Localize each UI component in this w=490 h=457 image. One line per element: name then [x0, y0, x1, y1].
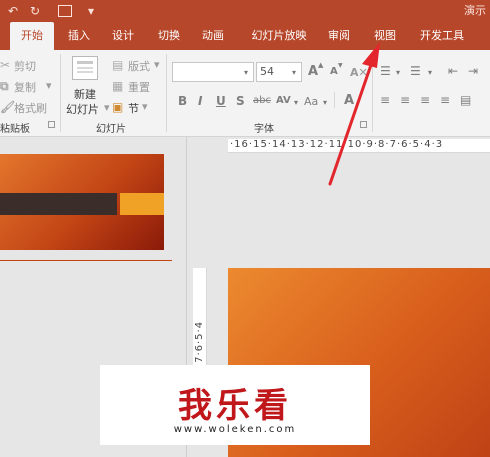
justify-icon[interactable]: ≡	[440, 93, 450, 107]
font-dialog-launcher-icon[interactable]	[360, 121, 367, 128]
font-separator	[334, 92, 335, 108]
redo-icon[interactable]: ↻	[30, 2, 40, 20]
format-painter-button[interactable]: 格式刷	[14, 100, 47, 116]
reset-icon: ▦	[112, 79, 124, 93]
tab-developer[interactable]: 开发工具	[414, 22, 470, 50]
shadow-button[interactable]: S	[236, 94, 245, 108]
watermark-url: www.woleken.com	[173, 424, 297, 435]
grow-font-button[interactable]: A	[308, 64, 318, 79]
tab-design[interactable]: 设计	[106, 22, 140, 50]
title-bar	[0, 0, 490, 22]
distribute-icon[interactable]: ▤	[460, 93, 471, 107]
group-separator	[166, 54, 167, 132]
font-color-button[interactable]: A	[344, 93, 354, 108]
tab-insert[interactable]: 插入	[62, 22, 96, 50]
new-slide-dropdown-icon[interactable]: ▾	[104, 101, 110, 114]
tab-view[interactable]: 视图	[368, 22, 402, 50]
clear-formatting-icon[interactable]: A✕	[350, 66, 368, 79]
group-separator	[372, 54, 373, 132]
clipboard-group-label: 粘贴板	[0, 124, 30, 135]
copy-icon: ⧉	[0, 79, 9, 93]
grow-font-arrow-icon: ▲	[318, 61, 324, 69]
cut-icon: ✂	[0, 58, 11, 72]
bullets-icon[interactable]: ☰	[380, 64, 391, 78]
change-case-button[interactable]: Aa	[304, 95, 318, 108]
layout-icon: ▤	[112, 58, 124, 72]
tab-transitions[interactable]: 切换	[152, 22, 186, 50]
slides-group-label: 幻灯片	[96, 124, 126, 135]
thumbnail-title-bar	[0, 193, 117, 215]
watermark-text: 我乐看	[178, 386, 292, 426]
decrease-indent-icon[interactable]: ⇤	[448, 64, 458, 78]
font-name-field[interactable]	[172, 62, 254, 82]
shrink-font-button[interactable]: A	[330, 66, 338, 77]
align-left-icon[interactable]: ≡	[380, 93, 390, 107]
horizontal-ruler-marks: ·16·15·14·13·12·11·10·9·8·7·6·5·4·3	[230, 139, 444, 150]
tab-home[interactable]: 开始	[10, 22, 54, 50]
increase-indent-icon[interactable]: ⇥	[468, 64, 478, 78]
change-case-dropdown-icon[interactable]: ▾	[323, 98, 327, 107]
tab-review[interactable]: 审阅	[322, 22, 356, 50]
layout-dropdown-icon[interactable]: ▾	[154, 58, 160, 71]
numbering-icon[interactable]: ☰	[410, 64, 421, 78]
underline-button[interactable]: U	[216, 94, 226, 108]
customize-qat-icon[interactable]: ▾	[88, 2, 94, 20]
reset-button[interactable]: 重置	[128, 79, 150, 95]
shrink-font-arrow-icon: ▼	[338, 62, 343, 69]
format-painter-icon: 🖌	[0, 100, 16, 114]
font-size-value: 54	[260, 65, 274, 78]
section-dropdown-icon[interactable]: ▾	[142, 100, 148, 113]
numbering-dropdown-icon[interactable]: ▾	[428, 68, 432, 77]
bullets-dropdown-icon[interactable]: ▾	[396, 68, 400, 77]
copy-dropdown-icon[interactable]: ▾	[46, 79, 52, 92]
font-name-dropdown-icon[interactable]: ▾	[244, 68, 248, 77]
strikethrough-button[interactable]: abc	[253, 95, 271, 106]
spacing-dropdown-icon[interactable]: ▾	[294, 98, 298, 107]
group-separator	[60, 54, 61, 132]
new-slide-label-line2[interactable]: 幻灯片	[66, 101, 99, 117]
horizontal-ruler: ·16·15·14·13·12·11·10·9·8·7·6·5·4·3	[228, 139, 490, 153]
thumbnail-accent-block	[120, 193, 164, 215]
layout-button[interactable]: 版式	[128, 58, 150, 74]
clipboard-dialog-launcher-icon[interactable]	[48, 121, 55, 128]
align-right-icon[interactable]: ≡	[420, 93, 430, 107]
tab-slideshow[interactable]: 幻灯片放映	[246, 22, 312, 50]
slideshow-icon[interactable]	[58, 5, 72, 17]
new-slide-label-line1[interactable]: 新建	[74, 86, 96, 102]
window-title: 演示	[464, 4, 486, 17]
undo-icon[interactable]: ↶	[8, 2, 18, 20]
character-spacing-button[interactable]: AV	[276, 95, 291, 106]
align-center-icon[interactable]: ≡	[400, 93, 410, 107]
tab-animations[interactable]: 动画	[196, 22, 230, 50]
new-slide-icon[interactable]	[72, 56, 98, 80]
font-size-dropdown-icon[interactable]: ▾	[292, 68, 296, 77]
italic-button[interactable]: I	[198, 94, 202, 108]
font-group-label: 字体	[254, 124, 274, 135]
section-button[interactable]: 节	[128, 100, 139, 116]
copy-button[interactable]: 复制	[14, 79, 36, 95]
cut-button[interactable]: 剪切	[14, 58, 36, 74]
section-icon: ▣	[112, 100, 124, 114]
bold-button[interactable]: B	[178, 94, 187, 108]
thumbnail-insert-line	[0, 260, 172, 261]
